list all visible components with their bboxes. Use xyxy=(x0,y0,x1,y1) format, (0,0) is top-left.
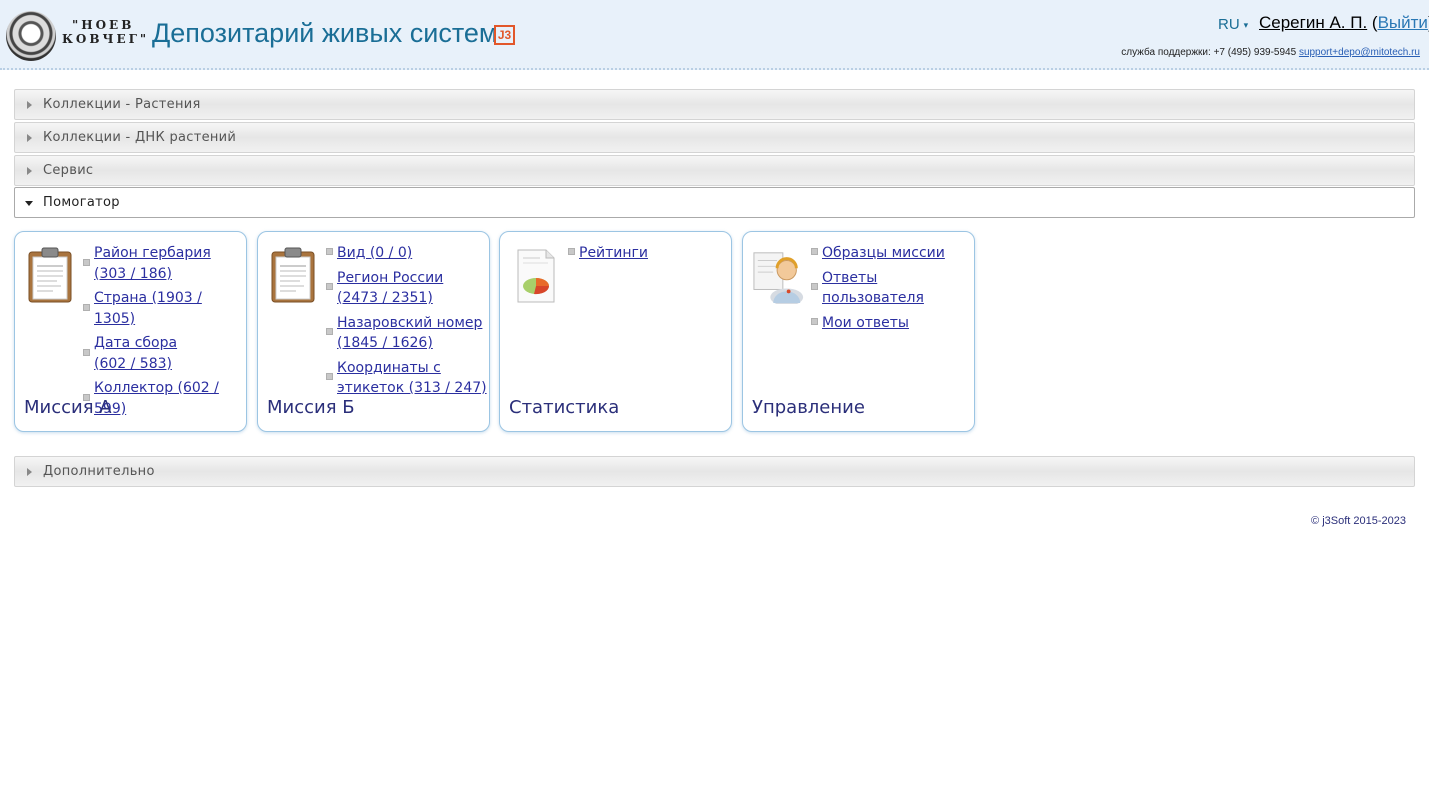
tile-title: Статистика xyxy=(509,397,620,418)
expand-arrow-icon xyxy=(27,101,32,109)
link-nazarov-number[interactable]: Назаровский номер (1845 / 1626) xyxy=(337,315,482,352)
clipboard-icon xyxy=(28,247,72,303)
tile-mission-b: Вид (0 / 0) Регион России (2473 / 2351) Н… xyxy=(257,231,490,432)
user-block: Серегин А. П. (Выйти) xyxy=(1259,13,1429,33)
section-label: Помогатор xyxy=(43,195,120,210)
caret-down-icon: ▾ xyxy=(1243,19,1249,30)
support-agent-icon xyxy=(753,252,804,304)
section-additional[interactable]: Дополнительно xyxy=(14,456,1415,487)
user-name-link[interactable]: Серегин А. П. xyxy=(1259,13,1367,32)
section-label: Дополнительно xyxy=(43,464,155,479)
list-item: Дата сбора (602 / 583) xyxy=(83,332,245,373)
link-collector[interactable]: Коллектор (602 / 599) xyxy=(94,380,219,417)
j3-logo-icon: J3 xyxy=(494,25,515,45)
link-line: (303 / 186) xyxy=(94,265,172,282)
list-item: Район гербария (303 / 186) xyxy=(83,242,245,283)
logout-link[interactable]: Выйти xyxy=(1378,13,1428,32)
tile-management: Образцы миссии Ответы пользователя Мои о… xyxy=(742,231,975,432)
list-item: Регион России (2473 / 2351) xyxy=(326,267,488,308)
link-my-answers[interactable]: Мои ответы xyxy=(822,315,909,331)
list-item: Рейтинги xyxy=(568,242,730,263)
link-line: (2473 / 2351) xyxy=(337,290,433,306)
link-user-answers[interactable]: Ответы пользователя xyxy=(822,270,924,307)
list-item: Назаровский номер (1845 / 1626) xyxy=(326,312,488,353)
link-line: Регион России xyxy=(337,269,444,286)
app-title: Депозитарий живых систем xyxy=(152,18,498,48)
tile-links: Вид (0 / 0) Регион России (2473 / 2351) Н… xyxy=(326,242,488,402)
link-line: (602 / 583) xyxy=(94,355,172,372)
support-email-link[interactable]: support+depo@mitotech.ru xyxy=(1299,47,1420,58)
logo-emblem-icon[interactable] xyxy=(6,11,56,61)
link-species[interactable]: Вид (0 / 0) xyxy=(337,245,412,261)
bullet-square-icon xyxy=(568,248,575,256)
bullet-square-icon xyxy=(83,303,90,311)
bullet-square-icon xyxy=(326,373,333,380)
link-country[interactable]: Страна (1903 / 1305) xyxy=(94,290,202,327)
collapse-arrow-icon xyxy=(25,201,33,206)
list-item: Мои ответы xyxy=(811,312,973,333)
section-label: Коллекции - Растения xyxy=(43,97,201,112)
link-line: (1845 / 1626) xyxy=(337,335,433,351)
list-item: Вид (0 / 0) xyxy=(326,242,488,263)
section-dna-collections[interactable]: Коллекции - ДНК растений xyxy=(14,122,1415,153)
expand-arrow-icon xyxy=(27,134,32,142)
section-plant-collections[interactable]: Коллекции - Растения xyxy=(14,89,1415,120)
section-label: Коллекции - ДНК растений xyxy=(43,130,237,145)
expand-arrow-icon xyxy=(27,468,32,476)
clipboard-icon xyxy=(271,247,315,303)
bullet-square-icon xyxy=(811,248,818,256)
bullet-square-icon xyxy=(811,283,818,290)
language-label: RU xyxy=(1218,16,1240,33)
logo-line-2: КОВЧЕГ" xyxy=(62,32,150,46)
logo-line-1: "НОЕВ xyxy=(72,18,135,32)
expand-arrow-icon xyxy=(27,167,32,175)
list-item: Образцы миссии xyxy=(811,242,973,263)
section-pomogator[interactable]: Помогатор xyxy=(14,187,1415,218)
tile-links: Образцы миссии Ответы пользователя Мои о… xyxy=(811,242,973,336)
language-dropdown[interactable]: RU ▾ xyxy=(1218,16,1248,33)
support-info: служба поддержки: +7 (495) 939-5945 supp… xyxy=(1121,47,1420,58)
tile-links: Рейтинги xyxy=(568,242,730,267)
tile-statistics: Рейтинги Статистика xyxy=(499,231,732,432)
bullet-square-icon xyxy=(326,248,333,256)
bullet-square-icon xyxy=(83,348,90,356)
bullet-square-icon xyxy=(83,258,90,266)
link-ratings[interactable]: Рейтинги xyxy=(579,245,648,261)
header-bar: "НОЕВ КОВЧЕГ" Депозитарий живых систем J… xyxy=(0,0,1429,70)
list-item: Страна (1903 / 1305) xyxy=(83,287,245,328)
tile-mission-a: Район гербария (303 / 186) Страна (1903 /… xyxy=(14,231,247,432)
link-line: Назаровский номер xyxy=(337,314,483,331)
logo-text[interactable]: "НОЕВ КОВЧЕГ" xyxy=(62,18,149,46)
tile-title: Миссия А xyxy=(24,397,112,418)
list-item: Координаты с этикеток (313 / 247) xyxy=(326,357,488,398)
link-herbarium-region[interactable]: Район гербария (303 / 186) xyxy=(94,245,211,282)
support-phone: служба поддержки: +7 (495) 939-5945 xyxy=(1121,47,1297,58)
link-line: Дата сбора xyxy=(94,335,178,351)
link-line: этикеток (313 / 247) xyxy=(337,380,487,396)
footer-copyright: © j3Soft 2015-2023 xyxy=(1311,515,1406,527)
list-item: Ответы пользователя xyxy=(811,267,973,308)
bullet-square-icon xyxy=(326,283,333,290)
bullet-square-icon xyxy=(811,317,818,325)
section-label: Сервис xyxy=(43,163,94,178)
link-mission-samples[interactable]: Образцы миссии xyxy=(822,245,945,261)
link-line: Координаты с xyxy=(337,359,441,376)
tile-links: Район гербария (303 / 186) Страна (1903 /… xyxy=(83,242,245,422)
section-service[interactable]: Сервис xyxy=(14,155,1415,186)
tile-title: Управление xyxy=(752,397,865,418)
link-collection-date[interactable]: Дата сбора (602 / 583) xyxy=(94,335,177,372)
report-chart-icon xyxy=(517,249,555,303)
tile-title: Миссия Б xyxy=(267,397,355,418)
link-label-coordinates[interactable]: Координаты с этикеток (313 / 247) xyxy=(337,360,487,397)
link-line: Район гербария xyxy=(94,245,211,261)
link-russia-region[interactable]: Регион России (2473 / 2351) xyxy=(337,270,443,307)
bullet-square-icon xyxy=(326,328,333,335)
